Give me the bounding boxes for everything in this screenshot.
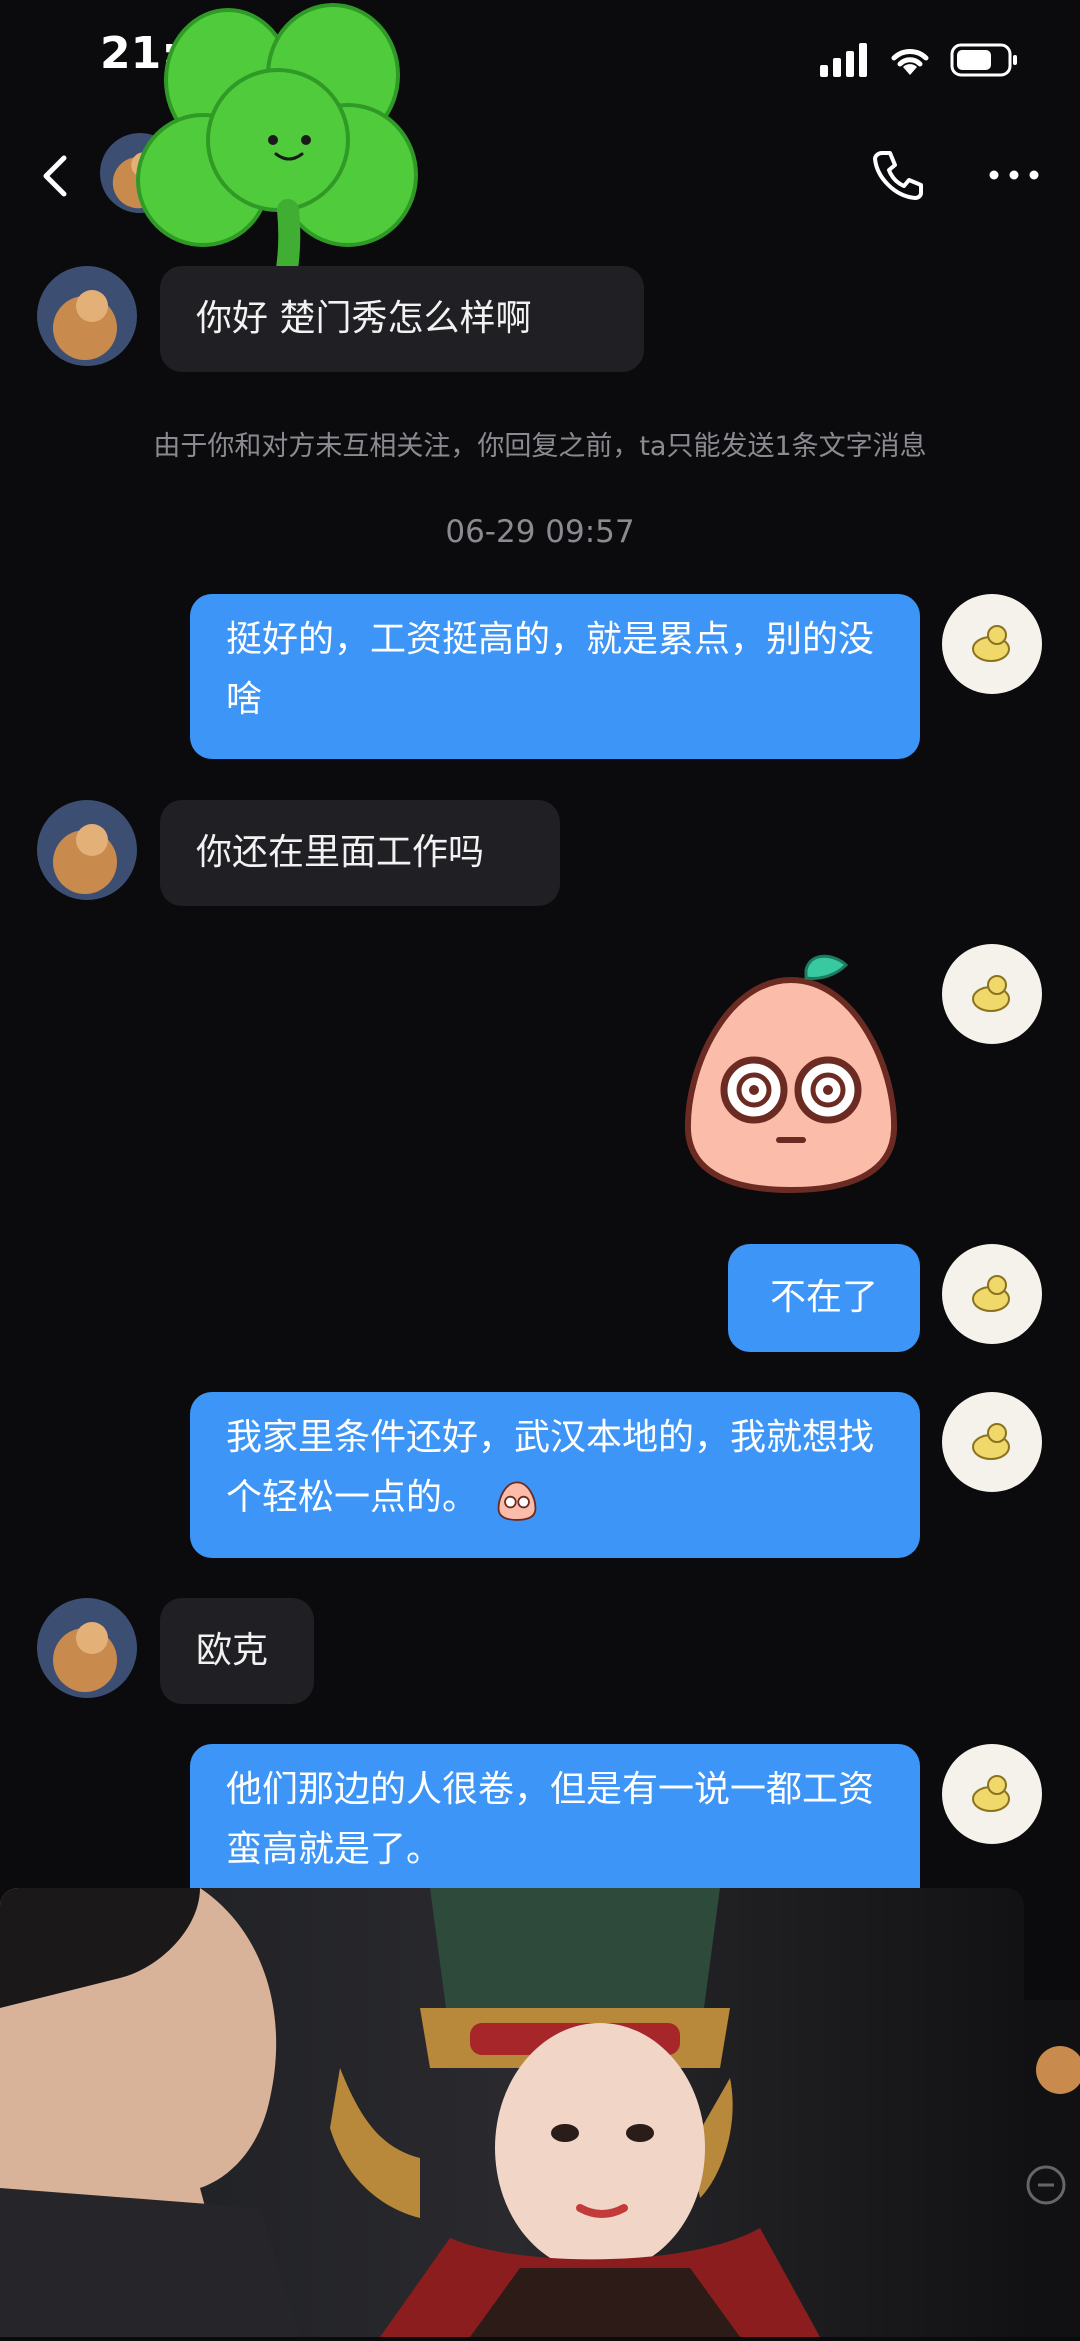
duck-icon bbox=[972, 625, 1010, 662]
duck-icon bbox=[972, 1275, 1010, 1312]
self-avatar[interactable] bbox=[942, 1392, 1042, 1492]
self-avatar[interactable] bbox=[942, 944, 1042, 1044]
message-bubble-outgoing[interactable]: 不在了 bbox=[728, 1244, 920, 1352]
video-overlay[interactable] bbox=[0, 1888, 1024, 2337]
back-arrow-icon[interactable] bbox=[28, 148, 84, 204]
status-icons bbox=[820, 40, 1020, 80]
message-bubble-outgoing[interactable]: 挺好的，工资挺高的，就是累点，别的没啥 bbox=[190, 594, 920, 759]
message-bubble-outgoing[interactable]: 我家里条件还好，武汉本地的，我就想找个轻松一点的。 bbox=[190, 1392, 920, 1558]
message-text: 你好 楚门秀怎么样啊 bbox=[196, 298, 532, 339]
wifi-icon bbox=[891, 49, 929, 75]
message-bubble-incoming[interactable]: 你还在里面工作吗 bbox=[160, 800, 560, 906]
message-text: 挺好的，工资挺高的，就是累点，别的没啥 bbox=[226, 619, 875, 720]
contact-avatar[interactable] bbox=[37, 800, 137, 900]
contact-avatar[interactable] bbox=[37, 1598, 137, 1698]
message-text: 我家里条件还好，武汉本地的，我就想找个轻松一点的。 bbox=[226, 1417, 875, 1518]
self-avatar[interactable] bbox=[942, 1744, 1042, 1844]
duck-icon bbox=[972, 975, 1010, 1012]
message-bubble-outgoing[interactable]: 他们那边的人很卷，但是有一说一都工资蛮高就是了。 bbox=[190, 1744, 920, 1910]
battery-icon bbox=[950, 43, 1017, 77]
duck-icon bbox=[972, 1423, 1010, 1460]
message-text: 你还在里面工作吗 bbox=[196, 832, 485, 873]
signal-icon bbox=[820, 43, 867, 77]
message-bubble-incoming[interactable]: 欧克 bbox=[160, 1598, 314, 1704]
phone-icon[interactable] bbox=[868, 145, 928, 205]
message-text: 他们那边的人很卷，但是有一说一都工资蛮高就是了。 bbox=[226, 1769, 875, 1870]
side-panel-edge bbox=[1024, 2000, 1080, 2337]
peach-emoji-icon bbox=[498, 1481, 537, 1521]
duck-icon bbox=[972, 1775, 1010, 1812]
message-text: 欧克 bbox=[196, 1630, 269, 1671]
peach-sticker[interactable] bbox=[676, 950, 906, 1196]
message-text: 不在了 bbox=[769, 1277, 878, 1318]
more-dots-icon[interactable] bbox=[984, 160, 1044, 190]
system-note: 由于你和对方未互相关注，你回复之前，ta只能发送1条文字消息 bbox=[153, 431, 927, 462]
self-avatar[interactable] bbox=[942, 594, 1042, 694]
self-avatar[interactable] bbox=[942, 1244, 1042, 1344]
contact-avatar[interactable] bbox=[37, 266, 137, 366]
message-bubble-incoming[interactable]: 你好 楚门秀怎么样啊 bbox=[160, 266, 644, 372]
timestamp: 06-29 09:57 bbox=[445, 514, 635, 550]
